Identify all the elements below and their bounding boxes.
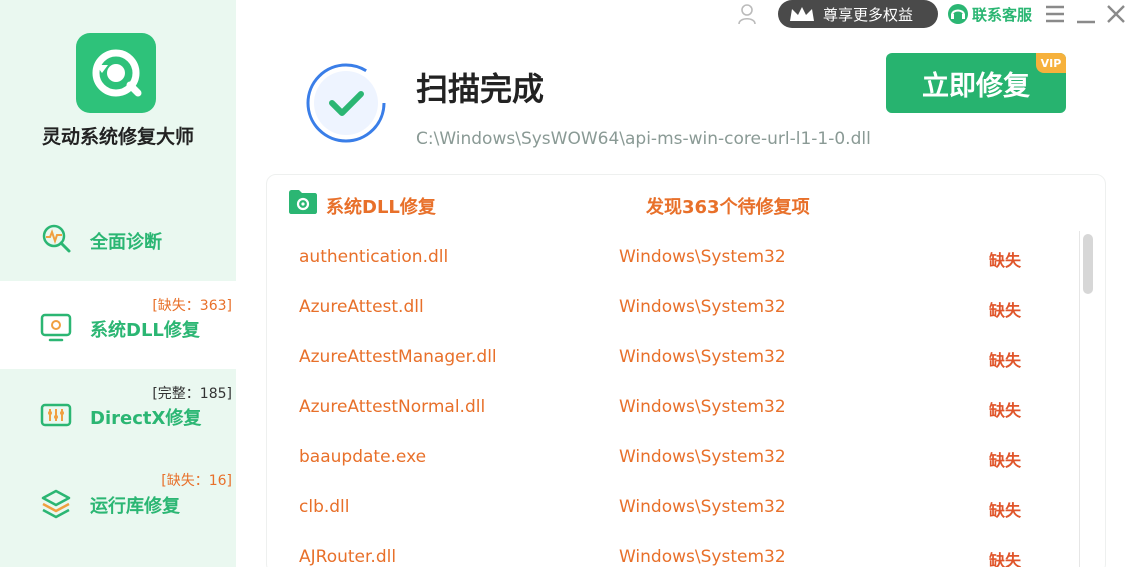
sidebar-item-label: 系统DLL修复 <box>90 320 200 341</box>
sidebar-item-dll[interactable]: [缺失：363] 系统DLL修复 <box>0 281 236 369</box>
file-status: 缺失 <box>989 351 1022 370</box>
scrollbar-thumb[interactable] <box>1083 234 1093 294</box>
file-path: Windows\System32 <box>619 297 786 317</box>
repair-now-button[interactable]: 立即修复 VIP <box>886 53 1066 113</box>
menu-icon[interactable] <box>1044 3 1066 25</box>
monitor-gear-icon <box>40 313 72 342</box>
file-status: 缺失 <box>989 551 1022 567</box>
list-item[interactable]: AJRouter.dll Windows\System32 缺失 <box>267 531 1080 567</box>
file-path: Windows\System32 <box>619 447 786 467</box>
sidebar-item-runtime[interactable]: [缺失：16] 运行库修复 <box>0 457 236 545</box>
sidebar: 灵动系统修复大师 全面诊断 [缺失：363] 系统DLL修复 [完整：185] … <box>0 0 236 567</box>
file-path: Windows\System32 <box>619 547 786 567</box>
close-icon[interactable] <box>1105 3 1127 25</box>
file-status: 缺失 <box>989 301 1022 320</box>
scan-complete-icon <box>306 63 386 143</box>
file-name: baaupdate.exe <box>299 447 427 467</box>
file-name: AJRouter.dll <box>299 547 397 567</box>
file-name: AzureAttestNormal.dll <box>299 397 486 417</box>
contact-service-label: 联系客服 <box>972 5 1033 24</box>
file-status: 缺失 <box>989 251 1022 270</box>
user-icon[interactable] <box>736 3 758 25</box>
equalizer-icon <box>40 403 72 427</box>
list-item[interactable]: AzureAttest.dll Windows\System32 缺失 <box>267 281 1080 331</box>
dll-list: authentication.dll Windows\System32 缺失 A… <box>267 231 1080 567</box>
file-name: AzureAttest.dll <box>299 297 424 317</box>
diagnose-icon <box>42 224 71 253</box>
app-logo-icon <box>76 33 156 113</box>
vip-benefits-button[interactable]: 尊享更多权益 <box>778 0 938 28</box>
complete-badge: [完整：185] <box>152 386 232 402</box>
list-item[interactable]: authentication.dll Windows\System32 缺失 <box>267 231 1080 281</box>
app-name: 灵动系统修复大师 <box>41 126 194 148</box>
list-item[interactable]: baaupdate.exe Windows\System32 缺失 <box>267 431 1080 481</box>
missing-badge: [缺失：363] <box>152 298 232 314</box>
sidebar-item-label: DirectX修复 <box>90 408 202 429</box>
missing-badge: [缺失：16] <box>161 473 232 489</box>
layers-icon <box>41 489 71 519</box>
file-status: 缺失 <box>989 401 1022 420</box>
sidebar-item-directx[interactable]: [完整：185] DirectX修复 <box>0 369 236 457</box>
list-item[interactable]: clb.dll Windows\System32 缺失 <box>267 481 1080 531</box>
file-status: 缺失 <box>989 451 1022 470</box>
list-item[interactable]: AzureAttestNormal.dll Windows\System32 缺… <box>267 381 1080 431</box>
vip-badge: VIP <box>1036 53 1066 73</box>
crown-icon <box>790 7 814 21</box>
file-name: AzureAttestManager.dll <box>299 347 497 367</box>
headset-icon <box>948 4 968 24</box>
vip-benefits-label: 尊享更多权益 <box>823 6 914 24</box>
file-name: clb.dll <box>299 497 350 517</box>
sidebar-item-label: 全面诊断 <box>90 232 162 253</box>
file-path: Windows\System32 <box>619 247 786 267</box>
file-name: authentication.dll <box>299 247 449 267</box>
list-item[interactable]: AzureAttestManager.dll Windows\System32 … <box>267 331 1080 381</box>
file-path: Windows\System32 <box>619 347 786 367</box>
folder-gear-icon <box>289 190 317 214</box>
repair-now-label: 立即修复 <box>922 70 1030 102</box>
scan-status-title: 扫描完成 <box>416 70 545 108</box>
sidebar-item-diagnose[interactable]: 全面诊断 <box>0 194 236 282</box>
contact-service-button[interactable]: 联系客服 <box>946 2 1032 26</box>
file-path: Windows\System32 <box>619 397 786 417</box>
panel-title: 系统DLL修复 <box>326 197 436 218</box>
issues-summary: 发现363个待修复项 <box>646 197 810 218</box>
file-path: Windows\System32 <box>619 497 786 517</box>
sidebar-item-label: 运行库修复 <box>90 496 180 517</box>
file-status: 缺失 <box>989 501 1022 520</box>
scan-current-path: C:\Windows\SysWOW64\api-ms-win-core-url-… <box>416 129 871 149</box>
minimize-icon[interactable] <box>1075 3 1097 25</box>
